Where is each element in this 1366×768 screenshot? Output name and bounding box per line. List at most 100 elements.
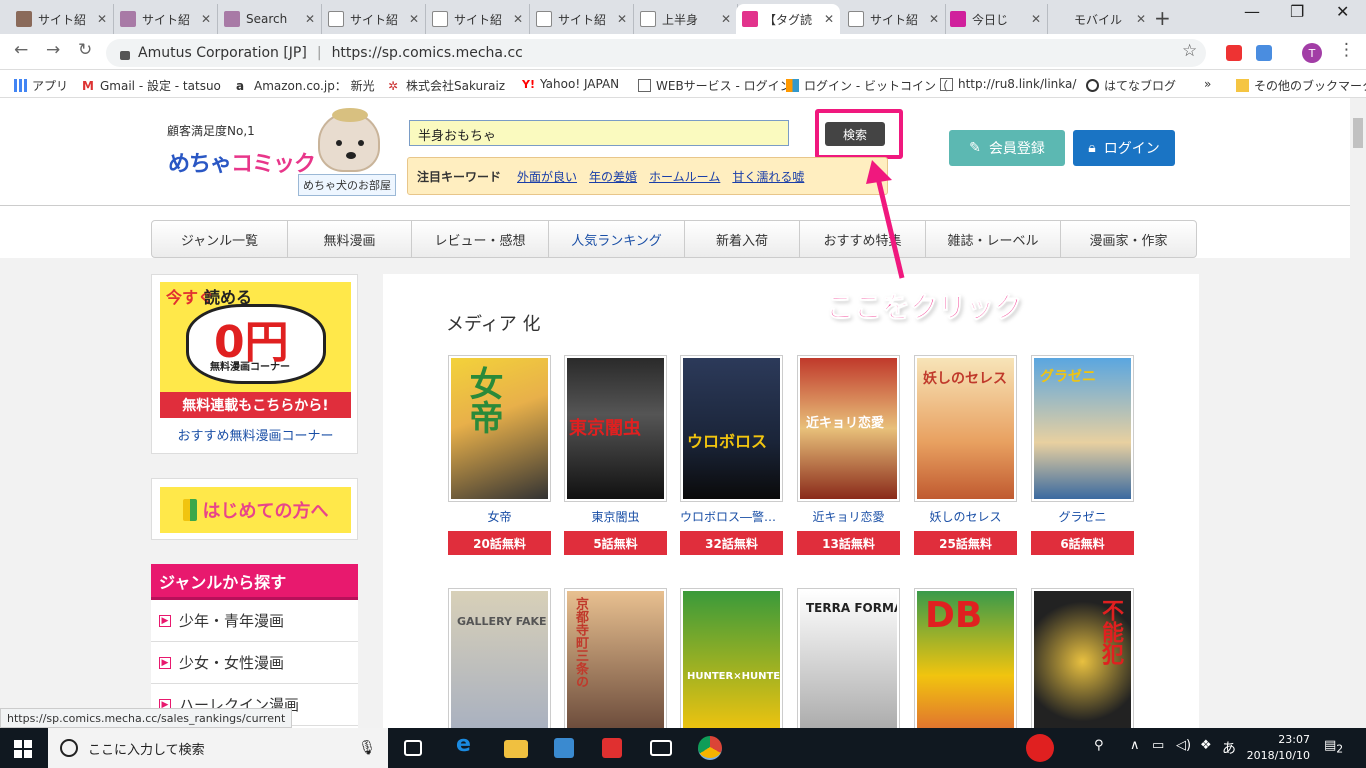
nav-authors[interactable]: 漫画家・作家: [1061, 221, 1196, 257]
browser-tab-active[interactable]: 【タグ読 ✕: [736, 4, 840, 34]
site-logo[interactable]: めちゃコミック: [168, 146, 316, 178]
book-card[interactable]: HUNTER×HUNTER: [680, 588, 783, 728]
book-card[interactable]: TERRA FORMARS: [797, 588, 900, 728]
search-input[interactable]: 半身おもちゃ: [409, 120, 789, 146]
mascot-dog-icon[interactable]: [318, 108, 380, 172]
book-cover[interactable]: グラゼニ: [1031, 355, 1134, 502]
file-explorer-icon[interactable]: [504, 740, 528, 758]
book-card[interactable]: 女帝 女帝 20話無料: [448, 355, 551, 555]
chevron-up-icon[interactable]: ∧: [1130, 738, 1140, 753]
book-card[interactable]: 妖しのセレス 妖しのセレス 25話無料: [914, 355, 1017, 555]
book-title[interactable]: 東京闇虫: [564, 508, 667, 525]
signup-button[interactable]: ✎ 会員登録: [949, 130, 1065, 166]
close-icon[interactable]: ✕: [1136, 12, 1146, 26]
keyword-link[interactable]: 甘く濡れる嘘: [732, 168, 804, 185]
book-cover[interactable]: 女帝: [448, 355, 551, 502]
book-cover[interactable]: HUNTER×HUNTER: [680, 588, 783, 728]
keyword-link[interactable]: 外面が良い: [517, 168, 577, 185]
bookmarks-overflow[interactable]: »: [1204, 77, 1211, 91]
book-title[interactable]: 妖しのセレス: [914, 508, 1017, 525]
battery-icon[interactable]: ▭: [1152, 738, 1164, 753]
genre-item[interactable]: ▶ 少年・青年漫画: [151, 600, 358, 642]
bookmark-item[interactable]: http://ru8.link/linka/: [940, 77, 1076, 91]
close-icon[interactable]: ✕: [929, 12, 939, 26]
bookmark-item[interactable]: ✲ 株式会社Sakuraiz: [388, 77, 505, 94]
bookmark-item[interactable]: WEBサービス - ログイン: [638, 77, 792, 94]
nav-free-manga[interactable]: 無料漫画: [288, 221, 412, 257]
bookmark-item[interactable]: はてなブログ: [1086, 77, 1176, 94]
browser-tab[interactable]: サイト紹 ✕: [322, 4, 426, 34]
free-manga-link[interactable]: おすすめ無料漫画コーナー: [152, 425, 359, 444]
maximize-button[interactable]: ❐: [1290, 2, 1304, 21]
close-icon[interactable]: ✕: [97, 12, 107, 26]
app-icon[interactable]: [602, 738, 622, 758]
forward-button[interactable]: →: [46, 40, 60, 60]
book-cover[interactable]: DB: [914, 588, 1017, 728]
bookmark-item[interactable]: a Amazon.co.jp： 新光: [236, 77, 375, 94]
free-episodes-badge[interactable]: 5話無料: [564, 531, 667, 555]
nav-new-arrivals[interactable]: 新着入荷: [685, 221, 800, 257]
bookmark-item[interactable]: ログイン - ビットコイン（: [786, 77, 948, 94]
book-card[interactable]: 不能犯: [1031, 588, 1134, 728]
page-scrollbar[interactable]: [1350, 98, 1366, 728]
heartbeat-icon[interactable]: [1026, 734, 1054, 762]
notification-icon[interactable]: ▤2: [1324, 738, 1343, 756]
window-close-button[interactable]: ✕: [1336, 2, 1349, 21]
browser-tab[interactable]: 上半身 ✕: [634, 4, 738, 34]
close-icon[interactable]: ✕: [1031, 12, 1041, 26]
close-icon[interactable]: ✕: [513, 12, 523, 26]
first-time-banner[interactable]: はじめての方へ: [160, 487, 351, 533]
close-icon[interactable]: ✕: [409, 12, 419, 26]
book-cover[interactable]: 不能犯: [1031, 588, 1134, 728]
bookmark-apps[interactable]: アプリ: [14, 77, 68, 94]
book-card[interactable]: DB: [914, 588, 1017, 728]
book-cover[interactable]: TERRA FORMARS: [797, 588, 900, 728]
nav-recommended[interactable]: おすすめ特集: [800, 221, 926, 257]
book-title[interactable]: ウロボロス―警察…: [680, 508, 783, 525]
address-bar[interactable]: Amutus Corporation [JP] | https://sp.com…: [106, 39, 1206, 67]
book-cover[interactable]: GALLERY FAKE: [448, 588, 551, 728]
book-title[interactable]: 近キョリ恋愛: [797, 508, 900, 525]
keyword-link[interactable]: ホームルーム: [649, 168, 720, 185]
close-icon[interactable]: ✕: [824, 12, 834, 26]
free-manga-banner[interactable]: 今すぐ 読める 0円 無料漫画コーナー 無料連載もこちらから!: [160, 282, 351, 418]
edge-icon[interactable]: e: [456, 732, 480, 757]
free-episodes-badge[interactable]: 25話無料: [914, 531, 1017, 555]
mail-icon[interactable]: [650, 740, 672, 756]
book-cover[interactable]: 東京闇虫: [564, 355, 667, 502]
scrollbar-thumb[interactable]: [1353, 118, 1363, 148]
book-cover[interactable]: 京都寺町三条の: [564, 588, 667, 728]
free-episodes-badge[interactable]: 20話無料: [448, 531, 551, 555]
free-episodes-badge[interactable]: 13話無料: [797, 531, 900, 555]
free-episodes-badge[interactable]: 6話無料: [1031, 531, 1134, 555]
nav-reviews[interactable]: レビュー・感想: [412, 221, 549, 257]
book-card[interactable]: 東京闇虫 東京闇虫 5話無料: [564, 355, 667, 555]
close-icon[interactable]: ✕: [201, 12, 211, 26]
back-button[interactable]: ←: [14, 40, 28, 60]
extension-icon[interactable]: [1226, 45, 1242, 61]
microphone-icon[interactable]: 🎙︎: [358, 740, 376, 756]
book-card[interactable]: 京都寺町三条の: [564, 588, 667, 728]
new-tab-button[interactable]: +: [1154, 6, 1171, 30]
browser-tab[interactable]: サイト紹 ✕: [842, 4, 946, 34]
close-icon[interactable]: ✕: [721, 12, 731, 26]
extension-icon[interactable]: [1256, 45, 1272, 61]
close-icon[interactable]: ✕: [305, 12, 315, 26]
store-icon[interactable]: [554, 738, 574, 758]
book-card[interactable]: GALLERY FAKE: [448, 588, 551, 728]
dropbox-icon[interactable]: ❖: [1200, 738, 1212, 753]
reload-button[interactable]: ↻: [78, 40, 92, 60]
close-icon[interactable]: ✕: [617, 12, 627, 26]
profile-avatar[interactable]: T: [1302, 43, 1322, 63]
menu-dots-icon[interactable]: ⋮: [1338, 40, 1355, 60]
volume-icon[interactable]: ◁): [1176, 738, 1191, 753]
nav-ranking[interactable]: 人気ランキング: [549, 221, 685, 257]
browser-tab[interactable]: モバイル ✕: [1048, 4, 1152, 34]
book-title[interactable]: グラゼニ: [1031, 508, 1134, 525]
book-title[interactable]: 女帝: [448, 508, 551, 525]
book-card[interactable]: ウロボロス ウロボロス―警察… 32話無料: [680, 355, 783, 555]
login-button[interactable]: 🔒︎ ログイン: [1073, 130, 1175, 166]
browser-tab[interactable]: サイト紹 ✕: [10, 4, 114, 34]
browser-tab[interactable]: Search ✕: [218, 4, 322, 34]
bookmark-item[interactable]: M Gmail - 設定 - tatsuo: [82, 77, 221, 94]
